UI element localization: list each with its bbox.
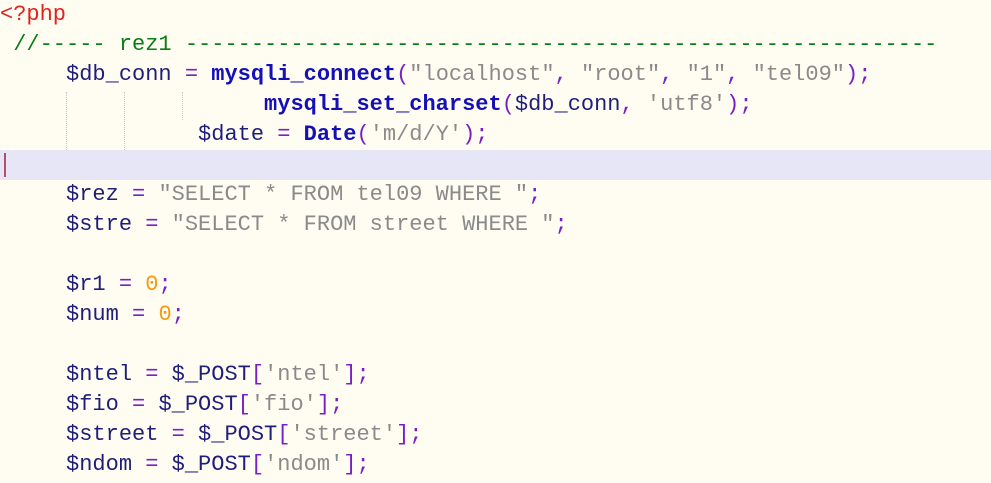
code-line[interactable]: $r1 = 0; [0,270,991,300]
code-token: , [660,62,687,87]
code-token: $r1 [66,272,106,297]
code-token: = [132,452,172,477]
code-token: [ [237,392,251,417]
code-token: $fio [66,392,119,417]
code-token: ( [396,62,410,87]
code-token: , [554,62,581,87]
code-token: , [620,92,647,117]
code-token: = [105,272,146,297]
code-token: , [726,62,753,87]
code-token: ]; [396,422,423,447]
code-token: = [118,182,159,207]
code-token: ]; [343,452,370,477]
code-token: <?php [0,2,67,27]
code-line[interactable]: $num = 0; [0,300,991,330]
code-line[interactable]: $ntel = $_POST['ntel']; [0,360,991,390]
code-line[interactable]: $fio = $_POST['fio']; [0,390,991,420]
code-line[interactable]: $ndom = $_POST['ndom']; [0,450,991,480]
code-token: Date [303,122,357,147]
code-token: ]; [316,392,344,417]
code-token: [ [277,422,291,447]
code-token: $ndom [66,452,133,477]
code-token: "tel09" [752,62,845,87]
code-line[interactable]: <?php [0,0,991,30]
code-token: ]; [343,362,370,387]
code-token: = [171,62,212,87]
code-token: ; [554,212,568,237]
code-token: 'fio' [250,392,317,417]
code-token: 0 [158,302,172,327]
code-token: "root" [580,62,661,87]
code-token: 'utf8' [646,92,727,117]
code-token: ( [356,122,370,147]
code-token: $date [198,122,265,147]
code-token: ); [726,92,753,117]
code-token: $_POST [171,362,251,387]
code-line[interactable]: $rez = "SELECT * FROM tel09 WHERE "; [0,180,991,210]
code-token: 'ndom' [264,452,344,477]
code-line[interactable]: //----- rez1 ---------------------------… [0,30,991,60]
code-token: = [264,122,304,147]
code-token: $num [66,302,119,327]
code-line[interactable]: $db_conn = mysqli_connect("localhost", "… [0,60,991,90]
current-code-line[interactable] [0,150,991,180]
code-token: = [158,422,199,447]
code-token: $_POST [171,452,251,477]
code-token: 0 [145,272,159,297]
code-token: = [132,212,172,237]
text-caret [4,153,6,177]
code-token: $db_conn [66,62,172,87]
code-token: 'street' [290,422,397,447]
code-line[interactable]: mysqli_set_charset($db_conn, 'utf8'); [0,90,991,120]
code-token: = [118,302,159,327]
code-token: 'm/d/Y' [369,122,463,147]
code-line[interactable]: $stre = "SELECT * FROM street WHERE "; [0,210,991,240]
code-token: $_POST [158,392,238,417]
code-token: 'ntel' [264,362,344,387]
code-token: $street [66,422,159,447]
code-token: "localhost" [409,62,555,87]
code-token: $stre [66,212,133,237]
code-token: "SELECT * FROM tel09 WHERE " [158,182,529,207]
code-token: "SELECT * FROM street WHERE " [171,212,555,237]
code-token: ; [171,302,185,327]
code-token: $ntel [66,362,133,387]
code-line[interactable]: $street = $_POST['street']; [0,420,991,450]
code-token: mysqli_set_charset [264,92,502,117]
code-token: mysqli_connect [211,62,397,87]
code-token: $_POST [198,422,278,447]
code-token: = [132,362,172,387]
code-token: $db_conn [514,92,621,117]
code-token: [ [250,362,265,387]
code-editor[interactable]: <?php //----- rez1 ---------------------… [0,0,991,483]
code-token: ; [158,272,172,297]
code-line[interactable]: $date = Date('m/d/Y'); [0,120,991,150]
code-token: "1" [686,62,727,87]
code-token: = [118,392,159,417]
code-token: ); [845,62,872,87]
code-token: $rez [66,182,119,207]
code-token: [ [250,452,265,477]
code-token: ( [501,92,515,117]
code-token: ; [528,182,542,207]
code-token: ); [462,122,489,147]
code-token: //----- rez1 ---------------------------… [13,32,938,57]
